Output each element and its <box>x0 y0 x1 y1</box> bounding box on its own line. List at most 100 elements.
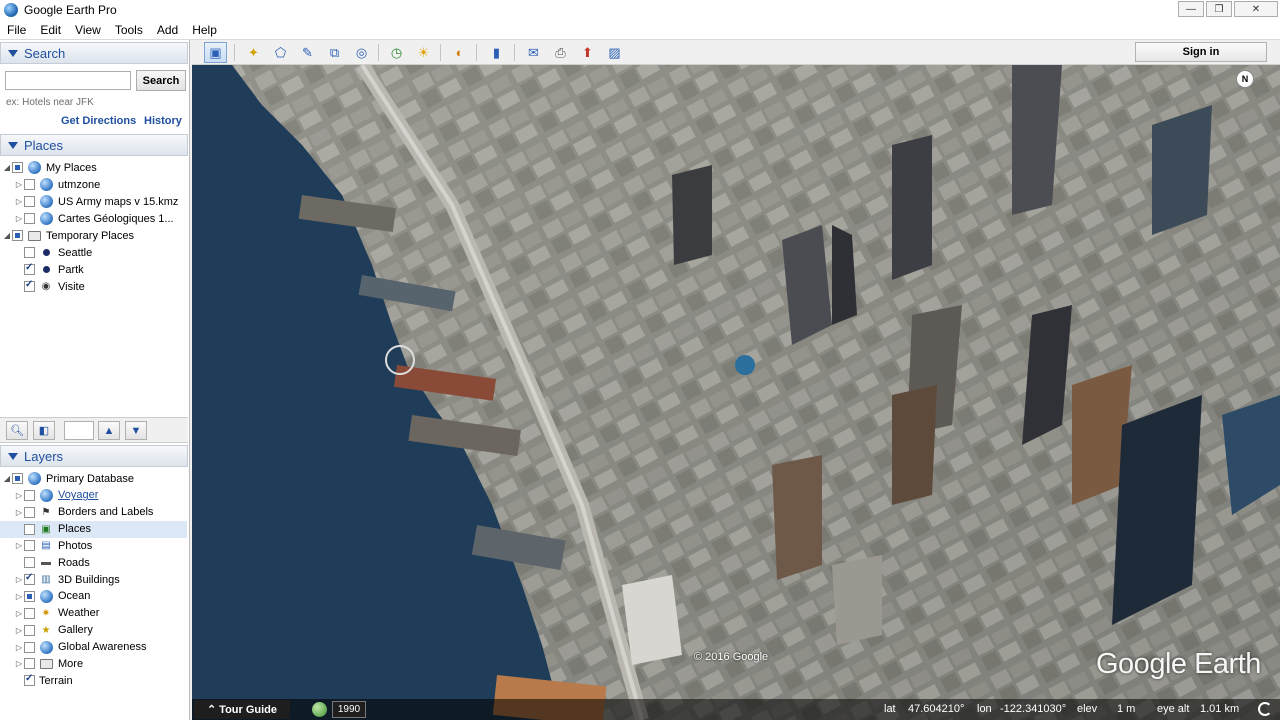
layers-tree-item[interactable]: ▷ ▥ 3D Buildings <box>0 571 120 588</box>
expand-closed-icon[interactable]: ▷ <box>14 197 24 206</box>
expand-closed-icon[interactable]: ▷ <box>14 659 24 668</box>
menu-add[interactable]: Add <box>150 23 185 37</box>
layers-panel-header[interactable]: Layers <box>0 445 188 467</box>
search-button[interactable]: Search <box>136 70 186 91</box>
expand-closed-icon[interactable]: ▷ <box>14 626 24 635</box>
expand-closed-icon[interactable]: ▷ <box>14 541 24 550</box>
expand-closed-icon[interactable]: ▷ <box>14 180 24 189</box>
expand-closed-icon[interactable]: ▷ <box>14 643 24 652</box>
print-button[interactable]: ⎙ <box>549 42 572 63</box>
places-tree-checkbox[interactable] <box>24 279 35 292</box>
map-view[interactable]: N © 2016 Google Google Earth <box>192 65 1280 720</box>
places-tree-checkbox[interactable] <box>24 247 35 258</box>
email-button[interactable]: ✉ <box>522 42 545 63</box>
places-tree-checkbox[interactable] <box>24 179 35 190</box>
move-up-button[interactable]: ▲ <box>98 421 120 440</box>
expand-closed-icon[interactable]: ▷ <box>14 214 24 223</box>
layers-tree-checkbox[interactable] <box>24 540 35 552</box>
close-button[interactable]: ✕ <box>1234 1 1278 17</box>
view-in-maps-button[interactable]: ⬆ <box>576 42 599 63</box>
add-placemark-button[interactable]: ✦ <box>242 42 265 63</box>
sunlight-button[interactable]: ☀ <box>412 42 435 63</box>
expand-closed-icon[interactable]: ▷ <box>14 491 24 500</box>
layers-tree-checkbox[interactable] <box>24 572 35 586</box>
sign-in-button[interactable]: Sign in <box>1135 42 1267 62</box>
get-directions-link[interactable]: Get Directions <box>61 115 136 127</box>
record-tour-button[interactable]: ◎ <box>350 42 373 63</box>
places-tree-item[interactable]: ▷ utmzone <box>0 176 100 193</box>
layers-tree-checkbox[interactable] <box>24 673 35 687</box>
places-tree-checkbox[interactable] <box>24 213 35 224</box>
places-tree-item[interactable]: ▷ US Army maps v 15.kmz <box>0 193 178 210</box>
layers-tree-item[interactable]: ▷ More <box>0 655 83 672</box>
history-link[interactable]: History <box>144 115 182 127</box>
toggle-panel-button[interactable]: ◧ <box>33 421 55 440</box>
layers-tree-checkbox[interactable] <box>24 624 35 636</box>
menu-edit[interactable]: Edit <box>33 23 68 37</box>
layers-tree-checkbox[interactable] <box>24 557 35 569</box>
layers-tree-checkbox[interactable] <box>24 489 35 501</box>
search-input[interactable] <box>5 71 131 90</box>
star-icon: ★ <box>39 624 53 637</box>
layers-tree-label: Photos <box>58 539 93 552</box>
places-tree-item[interactable]: Seattle <box>0 244 92 261</box>
ruler-button[interactable]: ▮ <box>485 42 508 63</box>
layers-tree-item[interactable]: ▷ ✷ Weather <box>0 605 99 622</box>
search-places-button[interactable]: 🔍︎ <box>6 421 28 440</box>
expand-closed-icon[interactable]: ▷ <box>14 508 24 517</box>
expand-open-icon[interactable]: ◢ <box>2 231 12 240</box>
layers-tree-checkbox[interactable] <box>12 473 23 484</box>
compass-north-icon[interactable]: N <box>1236 70 1254 88</box>
expand-closed-icon[interactable]: ▷ <box>14 575 24 584</box>
places-tree-item[interactable]: ▷ Cartes Géologiques 1... <box>0 210 174 227</box>
switch-planet-button[interactable]: ◐ <box>448 42 471 63</box>
minimize-button[interactable]: — <box>1178 1 1204 17</box>
layers-tree-item[interactable]: ▷ Voyager <box>0 487 98 504</box>
layers-tree-item[interactable]: ▣ Places <box>0 520 187 538</box>
historical-imagery-button[interactable]: ◷ <box>385 42 408 63</box>
layers-tree-item[interactable]: ▷ ⚑ Borders and Labels <box>0 504 153 521</box>
places-tree-item[interactable]: ◢ Temporary Places <box>0 227 134 244</box>
add-path-button[interactable]: ✎ <box>296 42 319 63</box>
layers-tree-checkbox[interactable] <box>24 590 35 602</box>
places-filter-field[interactable] <box>64 421 94 440</box>
layers-tree-item[interactable]: ◢ Primary Database <box>0 470 134 487</box>
menu-tools[interactable]: Tools <box>108 23 150 37</box>
layers-tree-checkbox[interactable] <box>24 607 35 619</box>
places-panel-header[interactable]: Places <box>0 134 188 156</box>
expand-open-icon[interactable]: ◢ <box>2 474 12 483</box>
places-tree-checkbox[interactable] <box>24 196 35 207</box>
places-tree-item[interactable]: ◉ Visite <box>0 278 85 295</box>
menu-view[interactable]: View <box>68 23 108 37</box>
expand-closed-icon[interactable]: ▷ <box>14 592 24 601</box>
maximize-button[interactable]: ❐ <box>1206 1 1232 17</box>
menu-file[interactable]: File <box>0 23 33 37</box>
add-polygon-button[interactable]: ⬠ <box>269 42 292 63</box>
layers-tree-item[interactable]: ▬ Roads <box>0 554 90 571</box>
save-image-button[interactable]: ▨ <box>603 42 626 63</box>
expand-open-icon[interactable]: ◢ <box>2 163 12 172</box>
places-tree-item[interactable]: Partk <box>0 261 84 278</box>
historical-imagery-icon[interactable] <box>312 702 327 717</box>
places-tree-checkbox[interactable] <box>24 262 35 275</box>
places-tree-item[interactable]: ◢ My Places <box>0 159 97 176</box>
menu-help[interactable]: Help <box>185 23 224 37</box>
layers-tree-checkbox[interactable] <box>24 523 35 535</box>
places-tree-checkbox[interactable] <box>12 230 23 241</box>
layers-tree-item[interactable]: ▷ Global Awareness <box>0 639 146 656</box>
places-tree-label: My Places <box>46 161 97 174</box>
layers-tree-checkbox[interactable] <box>24 506 35 518</box>
layers-tree-item[interactable]: ▷ ▤ Photos <box>0 537 92 554</box>
layers-tree-checkbox[interactable] <box>24 658 35 670</box>
move-down-button[interactable]: ▼ <box>125 421 147 440</box>
layers-tree-checkbox[interactable] <box>24 641 35 653</box>
add-image-overlay-button[interactable]: ⧉ <box>323 42 346 63</box>
layers-tree-item[interactable]: ▷ Ocean <box>0 588 90 605</box>
search-panel-header[interactable]: Search <box>0 42 188 64</box>
layers-tree-item[interactable]: Terrain <box>0 672 73 689</box>
tour-guide-button[interactable]: ⌃ Tour Guide <box>194 700 290 719</box>
layers-tree-item[interactable]: ▷ ★ Gallery <box>0 622 93 639</box>
sidebar-toggle-button[interactable]: ▣ <box>204 42 227 63</box>
expand-closed-icon[interactable]: ▷ <box>14 609 24 618</box>
places-tree-checkbox[interactable] <box>12 162 23 173</box>
